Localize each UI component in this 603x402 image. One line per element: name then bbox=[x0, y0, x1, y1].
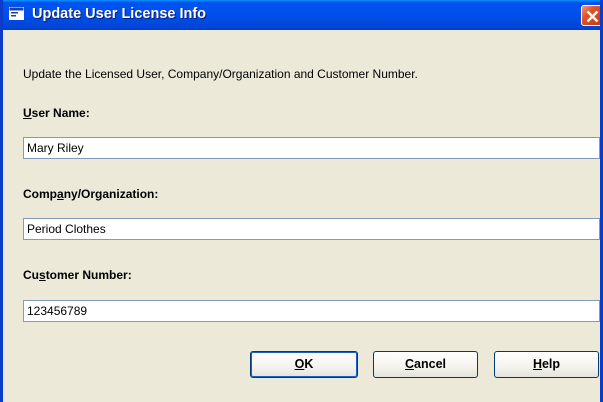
ok-button[interactable]: OK bbox=[250, 351, 358, 378]
help-button[interactable]: Help bbox=[494, 351, 599, 378]
window-title: Update User License Info bbox=[32, 6, 207, 22]
customer-number-input[interactable] bbox=[23, 300, 600, 322]
title-bar[interactable]: Update User License Info bbox=[3, 0, 600, 30]
instruction-text: Update the Licensed User, Company/Organi… bbox=[23, 67, 418, 81]
user-name-label: User Name: bbox=[23, 106, 90, 120]
cancel-button[interactable]: Cancel bbox=[373, 351, 478, 378]
close-button[interactable] bbox=[581, 5, 600, 26]
customer-number-label: Customer Number: bbox=[23, 268, 132, 282]
close-icon bbox=[586, 10, 599, 23]
company-label: Company/Organization: bbox=[23, 187, 159, 201]
company-input[interactable] bbox=[23, 218, 600, 240]
user-name-input[interactable] bbox=[23, 137, 600, 159]
dialog-icon bbox=[9, 7, 25, 21]
dialog-window: Update User License Info Update the Lice… bbox=[0, 0, 603, 402]
